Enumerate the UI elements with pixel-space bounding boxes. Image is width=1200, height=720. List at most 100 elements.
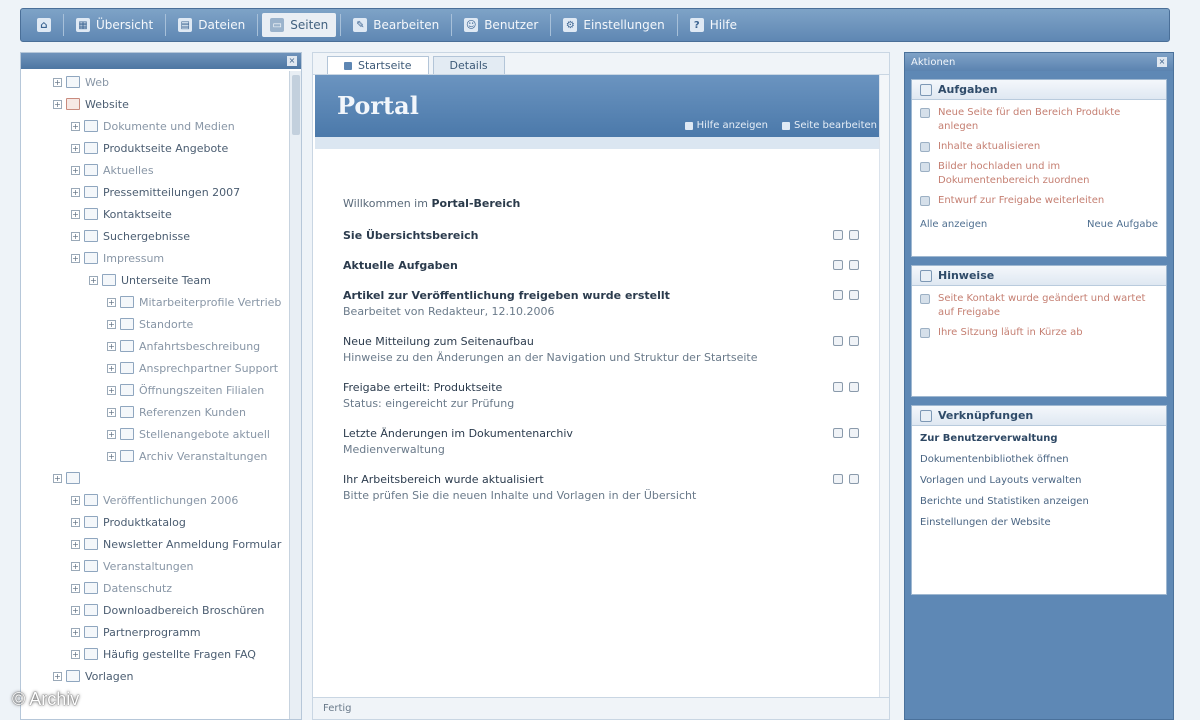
tree-item[interactable]: + Produktkatalog (21, 511, 301, 533)
expand-toggle-icon[interactable]: + (107, 451, 116, 461)
tree-item[interactable]: + Dokumente und Medien (21, 115, 301, 137)
tree-item[interactable]: + Downloadbereich Broschüren (21, 599, 301, 621)
more-icon[interactable] (849, 336, 859, 346)
task-item[interactable]: Entwurf zur Freigabe weiterleiten (920, 194, 1158, 208)
toolbar-button-benutzer[interactable]: ☺ Benutzer (456, 13, 546, 37)
toolbar-button-dateien[interactable]: ▤ Dateien (170, 13, 253, 37)
edit-icon[interactable] (833, 382, 843, 392)
shortcut-link[interactable]: Vorlagen und Layouts verwalten (920, 474, 1158, 487)
toolbar-button-übersicht[interactable]: ▦ Übersicht (68, 13, 161, 37)
expand-toggle-icon[interactable]: + (107, 341, 116, 351)
shortcut-link[interactable]: Zur Benutzerverwaltung (920, 432, 1158, 445)
shortcuts-panel-header[interactable]: Verknüpfungen (912, 406, 1166, 426)
tree-scrollbar[interactable] (289, 71, 301, 719)
more-icon[interactable] (849, 260, 859, 270)
expand-toggle-icon[interactable]: + (89, 275, 98, 285)
expand-toggle-icon[interactable]: + (71, 187, 80, 197)
expand-toggle-icon[interactable]: + (107, 363, 116, 373)
task-item[interactable]: Inhalte aktualisieren (920, 140, 1158, 154)
tree-item[interactable]: + Mitarbeiterprofile Vertrieb (21, 291, 301, 313)
expand-toggle-icon[interactable]: + (53, 671, 62, 681)
activity-entry[interactable]: Letzte Änderungen im Dokumentenarchiv Med… (343, 426, 863, 458)
activity-entry[interactable]: Artikel zur Veröffentlichung freigeben w… (343, 288, 863, 320)
tab-details[interactable]: Details (432, 56, 505, 74)
tree-item[interactable]: + Unterseite Team (21, 269, 301, 291)
toolbar-button-seiten[interactable]: ▭ Seiten (262, 13, 337, 37)
edit-icon[interactable] (833, 230, 843, 240)
expand-toggle-icon[interactable]: + (71, 517, 80, 527)
toolbar-button-einstellungen[interactable]: ⚙ Einstellungen (555, 13, 672, 37)
more-icon[interactable] (849, 474, 859, 484)
edit-icon[interactable] (833, 290, 843, 300)
help-link[interactable]: Hilfe anzeigen (684, 120, 768, 131)
tree-item[interactable]: + Stellenangebote aktuell (21, 423, 301, 445)
tree-item[interactable]: + Standorte (21, 313, 301, 335)
tree-item[interactable]: + Pressemitteilungen 2007 (21, 181, 301, 203)
expand-toggle-icon[interactable]: + (71, 165, 80, 175)
toolbar-button-home[interactable]: ⌂ (29, 13, 59, 37)
toolbar-button-bearbeiten[interactable]: ✎ Bearbeiten (345, 13, 447, 37)
close-icon[interactable]: × (1157, 57, 1167, 67)
activity-entry[interactable]: Sie Übersichtsbereich (343, 228, 863, 244)
task-link[interactable]: Seite Kontakt wurde geändert und wartet … (938, 292, 1158, 320)
edit-icon[interactable] (833, 428, 843, 438)
close-icon[interactable]: × (287, 56, 297, 66)
task-item[interactable]: Neue Seite für den Bereich Produkte anle… (920, 106, 1158, 134)
expand-toggle-icon[interactable]: + (71, 143, 80, 153)
expand-toggle-icon[interactable]: + (71, 605, 80, 615)
tree-item[interactable]: + Partnerprogramm (21, 621, 301, 643)
expand-toggle-icon[interactable]: + (71, 539, 80, 549)
tree-item[interactable]: + Ansprechpartner Support (21, 357, 301, 379)
tree-item[interactable]: + Veröffentlichungen 2006 (21, 489, 301, 511)
expand-toggle-icon[interactable]: + (107, 297, 116, 307)
expand-toggle-icon[interactable]: + (107, 385, 116, 395)
expand-toggle-icon[interactable]: + (107, 407, 116, 417)
expand-toggle-icon[interactable]: + (53, 99, 62, 109)
tree-item[interactable]: + Suchergebnisse (21, 225, 301, 247)
expand-toggle-icon[interactable]: + (107, 429, 116, 439)
task-link[interactable]: Ihre Sitzung läuft in Kürze ab (938, 326, 1083, 340)
expand-toggle-icon[interactable]: + (71, 209, 80, 219)
expand-toggle-icon[interactable]: + (71, 121, 80, 131)
tree-item[interactable]: + Archiv Veranstaltungen (21, 445, 301, 467)
toolbar-button-hilfe[interactable]: ? Hilfe (682, 13, 745, 37)
tree-item[interactable]: + Veranstaltungen (21, 555, 301, 577)
tree-item[interactable]: + Häufig gestellte Fragen FAQ (21, 643, 301, 665)
more-icon[interactable] (849, 382, 859, 392)
expand-toggle-icon[interactable]: + (53, 77, 62, 87)
edit-icon[interactable] (833, 336, 843, 346)
tree-item[interactable]: + Referenzen Kunden (21, 401, 301, 423)
expand-toggle-icon[interactable]: + (107, 319, 116, 329)
tree-item[interactable]: + Website (21, 93, 301, 115)
tree-item[interactable]: + Vorlagen (21, 665, 301, 687)
show-all-link[interactable]: Alle anzeigen (920, 218, 987, 232)
edit-icon[interactable] (833, 260, 843, 270)
tree-item[interactable]: + Produktseite Angebote (21, 137, 301, 159)
activity-entry[interactable]: Ihr Arbeitsbereich wurde aktualisiert Bit… (343, 472, 863, 504)
expand-toggle-icon[interactable]: + (71, 583, 80, 593)
tree-item[interactable]: + Anfahrtsbeschreibung (21, 335, 301, 357)
more-icon[interactable] (849, 428, 859, 438)
tree-item[interactable]: + Öffnungszeiten Filialen (21, 379, 301, 401)
scrollbar-thumb[interactable] (292, 75, 300, 135)
task-item[interactable]: Ihre Sitzung läuft in Kürze ab (920, 326, 1158, 340)
task-link[interactable]: Inhalte aktualisieren (938, 140, 1040, 154)
tasks-panel-header[interactable]: Aufgaben (912, 80, 1166, 100)
expand-toggle-icon[interactable]: + (71, 253, 80, 263)
expand-toggle-icon[interactable]: + (53, 473, 62, 483)
tab-startseite[interactable]: Startseite (327, 56, 429, 74)
notices-panel-header[interactable]: Hinweise (912, 266, 1166, 286)
expand-toggle-icon[interactable]: + (71, 495, 80, 505)
shortcut-link[interactable]: Dokumentenbibliothek öffnen (920, 453, 1158, 466)
more-icon[interactable] (849, 290, 859, 300)
tree-item[interactable]: + Web (21, 71, 301, 93)
tree-item[interactable]: + Kontaktseite (21, 203, 301, 225)
tree-item[interactable]: + Aktuelles (21, 159, 301, 181)
content-scrollbar[interactable] (879, 75, 889, 699)
tree-item[interactable]: + Datenschutz (21, 577, 301, 599)
tree-item[interactable]: + (21, 467, 301, 489)
expand-toggle-icon[interactable]: + (71, 231, 80, 241)
more-icon[interactable] (849, 230, 859, 240)
shortcut-link[interactable]: Einstellungen der Website (920, 516, 1158, 529)
tree-item[interactable]: + Impressum (21, 247, 301, 269)
